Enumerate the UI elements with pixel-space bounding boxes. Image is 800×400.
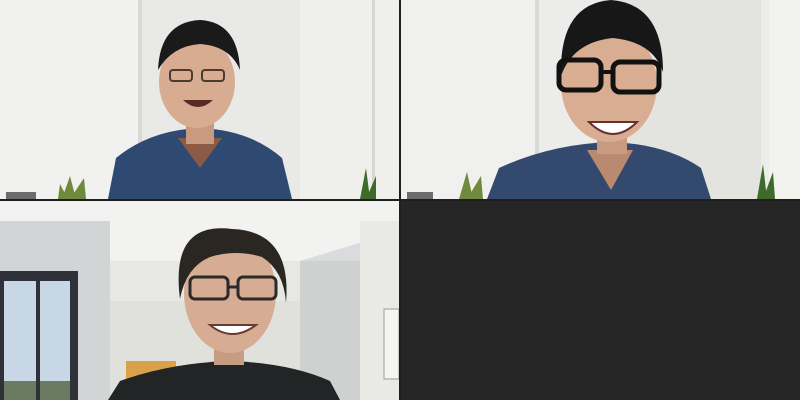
participant-video-tile-1[interactable] <box>0 0 399 199</box>
empty-video-tile <box>401 201 800 400</box>
participant-1-video-frame <box>0 0 399 199</box>
participant-video-tile-2[interactable] <box>401 0 800 199</box>
participant-2-video-frame <box>401 0 800 199</box>
video-call-grid <box>0 0 800 400</box>
participant-video-tile-3[interactable] <box>0 201 399 400</box>
participant-3-video-frame <box>0 201 399 400</box>
